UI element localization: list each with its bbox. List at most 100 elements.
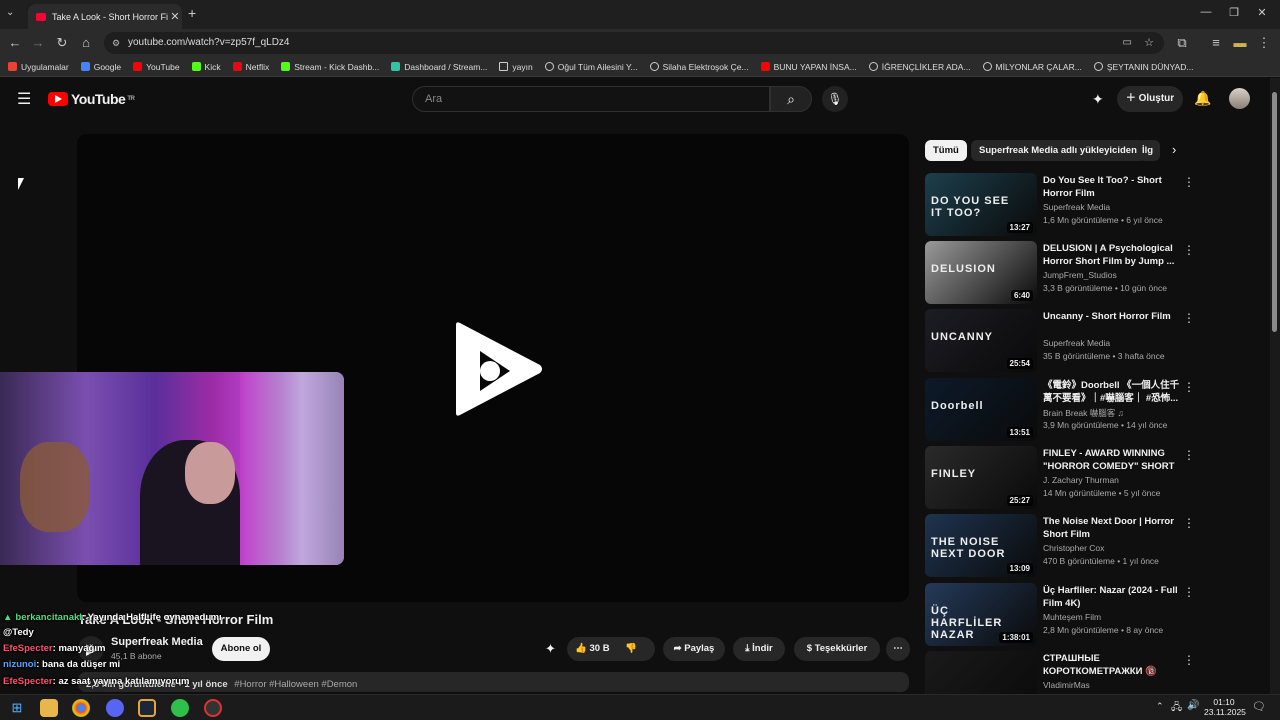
- ask-ai-icon[interactable]: ✦: [545, 641, 556, 657]
- recommendation-title[interactable]: Üç Harfliler: Nazar (2024 - Full Film 4K…: [1043, 584, 1181, 610]
- obs-icon[interactable]: [204, 699, 222, 717]
- recommendation-channel[interactable]: JumpFrem_Studios: [1043, 270, 1117, 280]
- notification-center-icon[interactable]: 🗨: [1252, 700, 1266, 713]
- dislike-button[interactable]: 👎: [625, 637, 637, 661]
- video-thumbnail[interactable]: UNCANNY 25:54: [925, 309, 1037, 372]
- restore-icon[interactable]: ❐: [1224, 6, 1244, 19]
- scrollbar-thumb[interactable]: [1272, 92, 1277, 332]
- site-info-icon[interactable]: ⚙: [112, 32, 120, 54]
- tray-chevron-icon[interactable]: ⌃: [1156, 701, 1164, 712]
- close-window-icon[interactable]: ✕: [1252, 6, 1272, 19]
- bookmark-item[interactable]: Uygulamalar: [8, 62, 69, 72]
- chrome-icon[interactable]: [72, 699, 90, 717]
- recommendation-title[interactable]: Uncanny - Short Horror Film: [1043, 310, 1181, 323]
- url-field[interactable]: ⚙ youtube.com/watch?v=zp57f_qLDz4 ▭ ☆: [104, 32, 1164, 54]
- gemini-sparkle-icon[interactable]: ✦: [1092, 91, 1104, 108]
- bookmark-item[interactable]: Netflix: [232, 62, 269, 72]
- player-logo-icon[interactable]: [452, 321, 544, 417]
- recommendation-channel[interactable]: J. Zachary Thurman: [1043, 475, 1119, 485]
- xbox-icon[interactable]: [171, 699, 189, 717]
- chevron-right-icon[interactable]: ›: [1172, 142, 1176, 157]
- recommendation-channel[interactable]: Superfreak Media: [1043, 338, 1110, 348]
- recommendation-title[interactable]: Do You See It Too? - Short Horror Film: [1043, 174, 1181, 200]
- bookmark-item[interactable]: MİLYONLAR ÇALAR...: [982, 62, 1082, 72]
- volume-icon[interactable]: 🔊: [1187, 700, 1199, 711]
- bookmark-item[interactable]: Dashboard / Stream...: [391, 62, 487, 72]
- close-tab-icon[interactable]: ✕: [168, 10, 182, 23]
- home-icon[interactable]: ⌂: [78, 35, 94, 50]
- minimize-icon[interactable]: —: [1196, 6, 1216, 18]
- recommendation-item[interactable]: Doorbell 13:51 《電鈴》Doorbell 《一個人住千萬不要看》｜#嚇…: [925, 378, 1200, 442]
- recommendation-title[interactable]: DELUSION | A Psychological Horror Short …: [1043, 242, 1181, 268]
- youtube-logo[interactable]: YouTube TR: [48, 91, 135, 107]
- video-thumbnail[interactable]: ÜÇ HARFLİLER NAZAR 1:38:01: [925, 583, 1037, 646]
- more-options-icon[interactable]: ⋮: [1183, 311, 1195, 325]
- bookmark-item[interactable]: Oğul Tüm Ailesini Y...: [544, 62, 638, 72]
- recommendation-item[interactable]: THE NOISE NEXT DOOR 13:09 The Noise Next D…: [925, 514, 1200, 578]
- video-thumbnail[interactable]: THE NOISE NEXT DOOR 13:09: [925, 514, 1037, 577]
- more-actions-icon[interactable]: ⋯: [886, 637, 910, 661]
- bookmark-item[interactable]: Google: [80, 62, 121, 72]
- voice-search-icon[interactable]: 🎙: [822, 86, 848, 112]
- media-control-icon[interactable]: ≡: [1208, 35, 1224, 50]
- clock[interactable]: 01:10 23.11.2025: [1204, 697, 1246, 717]
- description-box[interactable]: 2,3 Mn görüntüleme • 1 yıl önce #Horror …: [78, 672, 909, 692]
- tab-search-icon[interactable]: ⌄: [6, 7, 14, 18]
- chip-from-uploader[interactable]: Superfreak Media adlı yükleyiciden: [971, 140, 1145, 161]
- chip-all[interactable]: Tümü: [925, 140, 967, 161]
- recommendation-channel[interactable]: Muhteşem Film: [1043, 612, 1101, 622]
- recommendation-channel[interactable]: VladimirMas: [1043, 680, 1090, 690]
- recommendation-title[interactable]: The Noise Next Door | Horror Short Film: [1043, 515, 1181, 541]
- recommendation-item[interactable]: ÜÇ HARFLİLER NAZAR 1:38:01 Üç Harfliler: N…: [925, 583, 1200, 647]
- subscribe-button[interactable]: Abone ol: [212, 637, 270, 661]
- search-button[interactable]: ⌕: [770, 86, 812, 112]
- like-button[interactable]: 👍 30 B: [575, 643, 610, 654]
- channel-name[interactable]: Superfreak Media: [111, 636, 203, 648]
- recommendation-item[interactable]: DELUSION 6:40 DELUSION | A Psychological H…: [925, 241, 1200, 305]
- bookmark-item[interactable]: yayın: [499, 62, 533, 72]
- windows-start-icon[interactable]: ⊞: [8, 699, 26, 717]
- recommendation-title[interactable]: FINLEY - AWARD WINNING "HORROR COMEDY" S…: [1043, 447, 1181, 474]
- more-options-icon[interactable]: ⋮: [1183, 516, 1195, 530]
- browser-tab[interactable]: Take A Look - Short Horror Film ✕: [28, 4, 182, 29]
- file-explorer-icon[interactable]: [40, 699, 58, 717]
- avatar[interactable]: [1229, 88, 1250, 109]
- recommendation-channel[interactable]: Superfreak Media: [1043, 202, 1110, 212]
- recommendation-title[interactable]: 《電鈴》Doorbell 《一個人住千萬不要看》｜#嚇腦客｜ #恐怖...: [1043, 379, 1181, 405]
- more-options-icon[interactable]: ⋮: [1183, 243, 1195, 257]
- hamburger-menu-icon[interactable]: ☰: [17, 89, 31, 109]
- profile-extension-icon[interactable]: ▬: [1232, 35, 1248, 50]
- more-options-icon[interactable]: ⋮: [1183, 653, 1195, 667]
- recommendation-item[interactable]: FINLEY 25:27 FINLEY - AWARD WINNING "HORRO…: [925, 446, 1200, 510]
- back-icon[interactable]: ←: [7, 35, 23, 50]
- bookmark-item[interactable]: YouTube: [133, 62, 180, 72]
- browser-menu-icon[interactable]: ⋮: [1256, 35, 1272, 51]
- bookmark-item[interactable]: ŞEYTANIN DÜNYAD...: [1093, 62, 1193, 72]
- recommendation-item[interactable]: DO YOU SEE IT TOO? 13:27 Do You See It Too…: [925, 173, 1200, 237]
- video-thumbnail[interactable]: FINLEY 25:27: [925, 446, 1037, 509]
- steam-icon[interactable]: [138, 699, 156, 717]
- search-input[interactable]: Ara: [412, 86, 770, 112]
- bookmark-star-icon[interactable]: ☆: [1144, 32, 1154, 54]
- download-button[interactable]: ⤓ İndir: [733, 637, 785, 661]
- video-thumbnail[interactable]: DO YOU SEE IT TOO? 13:27: [925, 173, 1037, 236]
- recommendation-item[interactable]: UNCANNY 25:54 Uncanny - Short Horror Film S…: [925, 309, 1200, 373]
- network-icon[interactable]: 🖧: [1171, 700, 1182, 717]
- create-button[interactable]: ＋ Oluştur: [1117, 86, 1183, 112]
- video-thumbnail[interactable]: Doorbell 13:51: [925, 378, 1037, 441]
- more-options-icon[interactable]: ⋮: [1183, 175, 1195, 189]
- more-options-icon[interactable]: ⋮: [1183, 585, 1195, 599]
- bookmark-item[interactable]: İĞRENÇLİKLER ADA...: [868, 62, 971, 72]
- new-tab-icon[interactable]: +: [188, 5, 196, 21]
- share-button[interactable]: ➦ Paylaş: [663, 637, 725, 661]
- reload-icon[interactable]: ↻: [54, 35, 70, 51]
- chip-related[interactable]: İlg: [1138, 140, 1160, 161]
- bookmark-item[interactable]: BUNU YAPAN İNSA...: [760, 62, 857, 72]
- bookmark-item[interactable]: Silaha Elektroşok Çe...: [649, 62, 749, 72]
- notifications-bell-icon[interactable]: 🔔: [1194, 90, 1211, 107]
- recommendation-channel[interactable]: Christopher Cox: [1043, 543, 1104, 553]
- recommendation-title[interactable]: СТРАШНЫЕ КОРОТКОМЕТРАЖКИ 🔞 .ТО...: [1043, 652, 1181, 679]
- forward-icon[interactable]: →: [30, 35, 46, 50]
- more-options-icon[interactable]: ⋮: [1183, 380, 1195, 394]
- bookmark-item[interactable]: Stream - Kick Dashb...: [281, 62, 379, 72]
